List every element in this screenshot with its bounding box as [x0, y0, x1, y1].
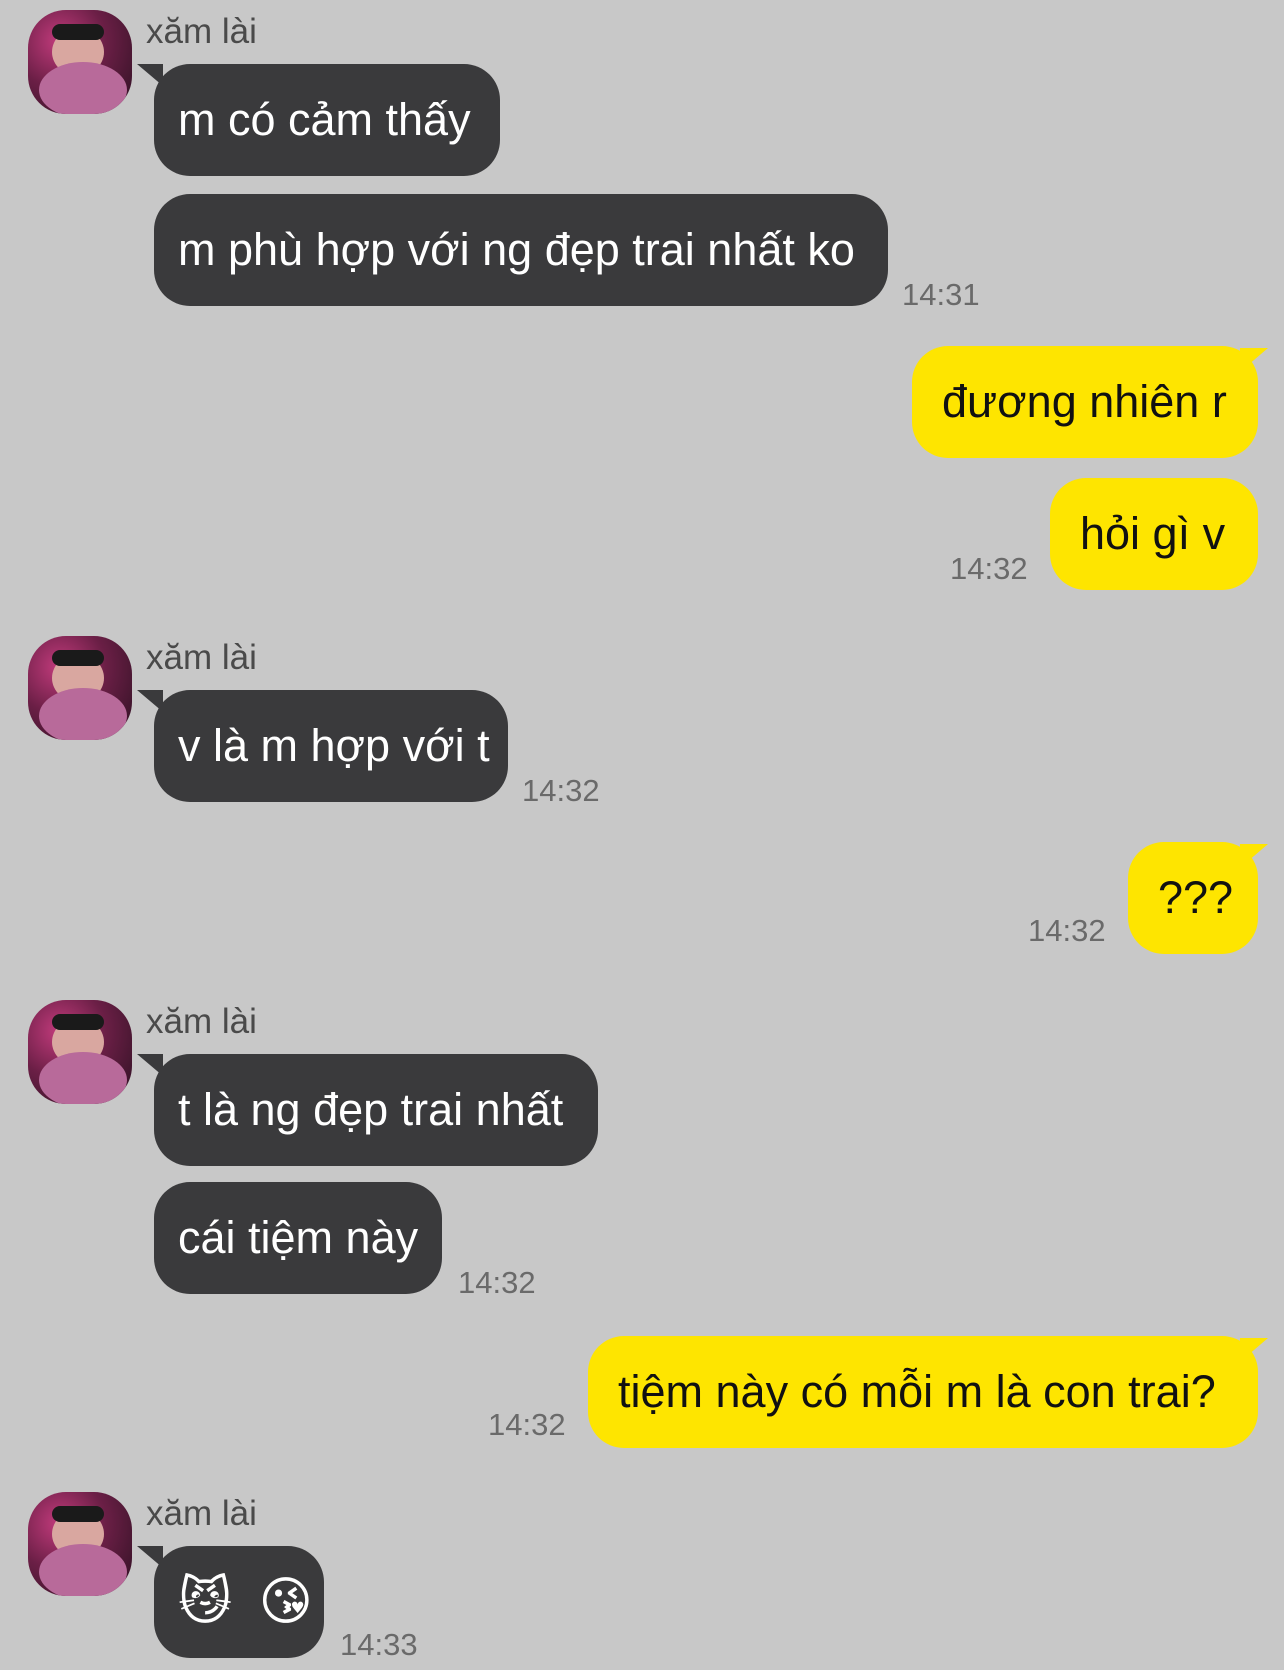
contact-avatar[interactable] — [28, 10, 132, 114]
avatar-photo-icon — [39, 24, 127, 114]
avatar-photo-icon — [39, 650, 127, 740]
contact-name: xăm lài — [146, 12, 257, 51]
contact-name: xăm lài — [146, 1002, 257, 1041]
incoming-message-bubble[interactable]: t là ng đẹp trai nhất — [154, 1054, 598, 1166]
message-timestamp: 14:31 — [902, 277, 980, 312]
message-timestamp: 14:32 — [488, 1407, 566, 1442]
contact-name: xăm lài — [146, 638, 257, 677]
contact-name: xăm lài — [146, 1494, 257, 1533]
message-timestamp: 14:32 — [1028, 913, 1106, 948]
incoming-emoji-bubble[interactable]: 😼 😘 — [154, 1546, 324, 1658]
contact-avatar[interactable] — [28, 1000, 132, 1104]
incoming-message-bubble[interactable]: cái tiệm này — [154, 1182, 442, 1294]
incoming-message-bubble[interactable]: m phù hợp với ng đẹp trai nhất ko — [154, 194, 888, 306]
contact-avatar[interactable] — [28, 636, 132, 740]
incoming-message-bubble[interactable]: m có cảm thấy — [154, 64, 500, 176]
outgoing-message-bubble[interactable]: ??? — [1128, 842, 1258, 954]
outgoing-message-bubble[interactable]: đương nhiên r — [912, 346, 1258, 458]
message-timestamp: 14:32 — [522, 773, 600, 808]
message-timestamp: 14:32 — [458, 1265, 536, 1300]
outgoing-message-bubble[interactable]: tiệm này có mỗi m là con trai? — [588, 1336, 1258, 1448]
outgoing-message-bubble[interactable]: hỏi gì v — [1050, 478, 1258, 590]
avatar-photo-icon — [39, 1506, 127, 1596]
message-timestamp: 14:33 — [340, 1627, 418, 1662]
contact-avatar[interactable] — [28, 1492, 132, 1596]
incoming-message-bubble[interactable]: v là m hợp với t — [154, 690, 508, 802]
message-timestamp: 14:32 — [950, 551, 1028, 586]
avatar-photo-icon — [39, 1014, 127, 1104]
